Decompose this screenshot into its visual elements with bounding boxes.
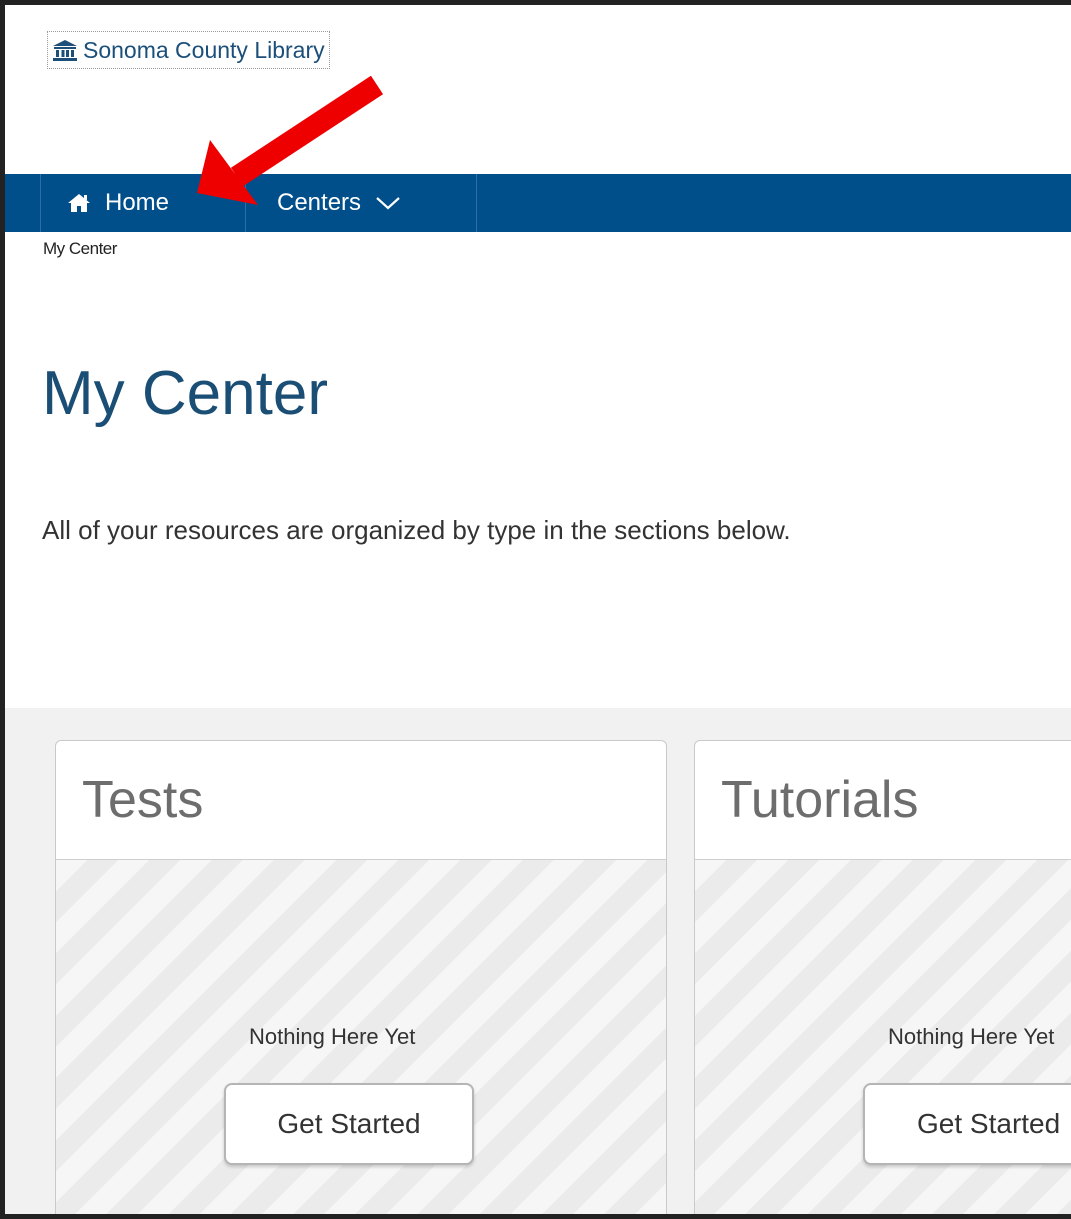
page-title: My Center xyxy=(42,359,328,428)
tests-get-started-button[interactable]: Get Started xyxy=(224,1083,474,1165)
library-building-icon xyxy=(53,40,77,61)
breadcrumb[interactable]: My Center xyxy=(43,239,117,259)
library-name: Sonoma County Library xyxy=(83,36,325,63)
nav-centers-label: Centers xyxy=(277,189,362,216)
screenshot-frame: Sonoma County Library Home Centers My Ce… xyxy=(0,0,1071,1219)
tutorials-card: Tutorials Nothing Here Yet Get Started xyxy=(694,740,1071,1214)
nav-home[interactable]: Home xyxy=(40,174,246,232)
main-nav: Home Centers xyxy=(5,174,1071,232)
nav-centers[interactable]: Centers xyxy=(246,174,477,232)
chevron-down-icon xyxy=(376,197,400,210)
tests-empty-message: Nothing Here Yet xyxy=(249,1024,416,1049)
page-description: All of your resources are organized by t… xyxy=(42,515,791,545)
tutorials-empty-message: Nothing Here Yet xyxy=(888,1024,1055,1049)
tutorials-card-body: Nothing Here Yet Get Started xyxy=(695,860,1071,1214)
tests-card-body: Nothing Here Yet Get Started xyxy=(56,860,666,1214)
tests-card-title: Tests xyxy=(56,741,666,860)
library-logo[interactable]: Sonoma County Library xyxy=(47,31,330,69)
home-icon xyxy=(68,194,90,212)
tutorials-get-started-button[interactable]: Get Started xyxy=(863,1083,1071,1165)
nav-home-label: Home xyxy=(105,189,170,216)
tutorials-card-title: Tutorials xyxy=(695,741,1071,860)
tests-card: Tests Nothing Here Yet Get Started xyxy=(55,740,667,1214)
